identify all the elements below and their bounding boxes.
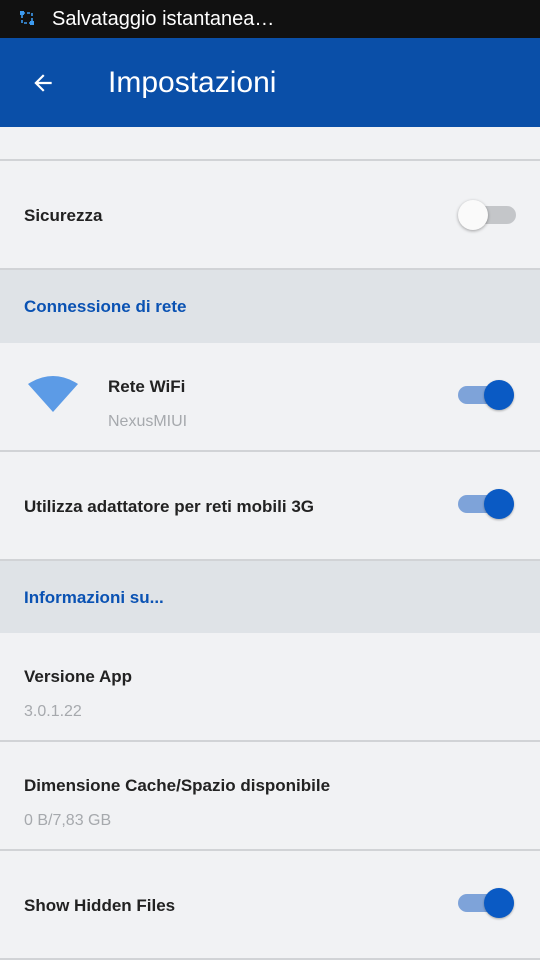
app-version-value: 3.0.1.22 (24, 703, 82, 720)
mobile-3g-label: Utilizza adattatore per reti mobili 3G (24, 497, 315, 516)
cache-row[interactable]: Dimensione Cache/Spazio disponibile 0 B/… (0, 742, 540, 849)
app-version-label: Versione App (24, 667, 133, 686)
security-setting-row[interactable]: Sicurezza (0, 161, 540, 269)
cache-value: 0 B/7,83 GB (24, 812, 112, 829)
arrow-back-icon (34, 74, 52, 92)
wifi-setting-row[interactable]: Rete WiFi NexusMIUI (0, 343, 540, 450)
mobile-3g-toggle[interactable] (456, 487, 516, 521)
security-toggle[interactable] (458, 198, 518, 232)
hidden-files-setting-row[interactable]: Show Hidden Files (0, 851, 540, 958)
status-notification-text: Salvataggio istantanea… (52, 8, 275, 30)
hidden-files-label: Show Hidden Files (24, 896, 176, 915)
app-bar: Impostazioni (0, 38, 540, 127)
network-section-header: Connessione di rete (0, 270, 540, 343)
info-section-title: Informazioni su... (24, 588, 164, 607)
toggle-thumb (484, 380, 514, 410)
wifi-network-name: NexusMIUI (108, 413, 188, 430)
wifi-icon (28, 376, 78, 412)
wifi-toggle[interactable] (456, 378, 516, 412)
toggle-thumb (484, 489, 514, 519)
wifi-label: Rete WiFi (108, 377, 186, 396)
status-bar: Salvataggio istantanea… (0, 0, 540, 38)
app-version-row[interactable]: Versione App 3.0.1.22 (0, 633, 540, 740)
mobile-3g-setting-row[interactable]: Utilizza adattatore per reti mobili 3G (0, 452, 540, 559)
toggle-thumb (458, 200, 488, 230)
page-title: Impostazioni (108, 66, 277, 99)
back-button[interactable] (22, 62, 64, 104)
network-section-title: Connessione di rete (24, 297, 187, 316)
hidden-files-toggle[interactable] (456, 886, 516, 920)
toggle-thumb (484, 888, 514, 918)
cache-label: Dimensione Cache/Spazio disponibile (24, 776, 331, 795)
screenshot-icon (20, 11, 34, 25)
info-section-header: Informazioni su... (0, 561, 540, 633)
security-label: Sicurezza (24, 206, 103, 225)
